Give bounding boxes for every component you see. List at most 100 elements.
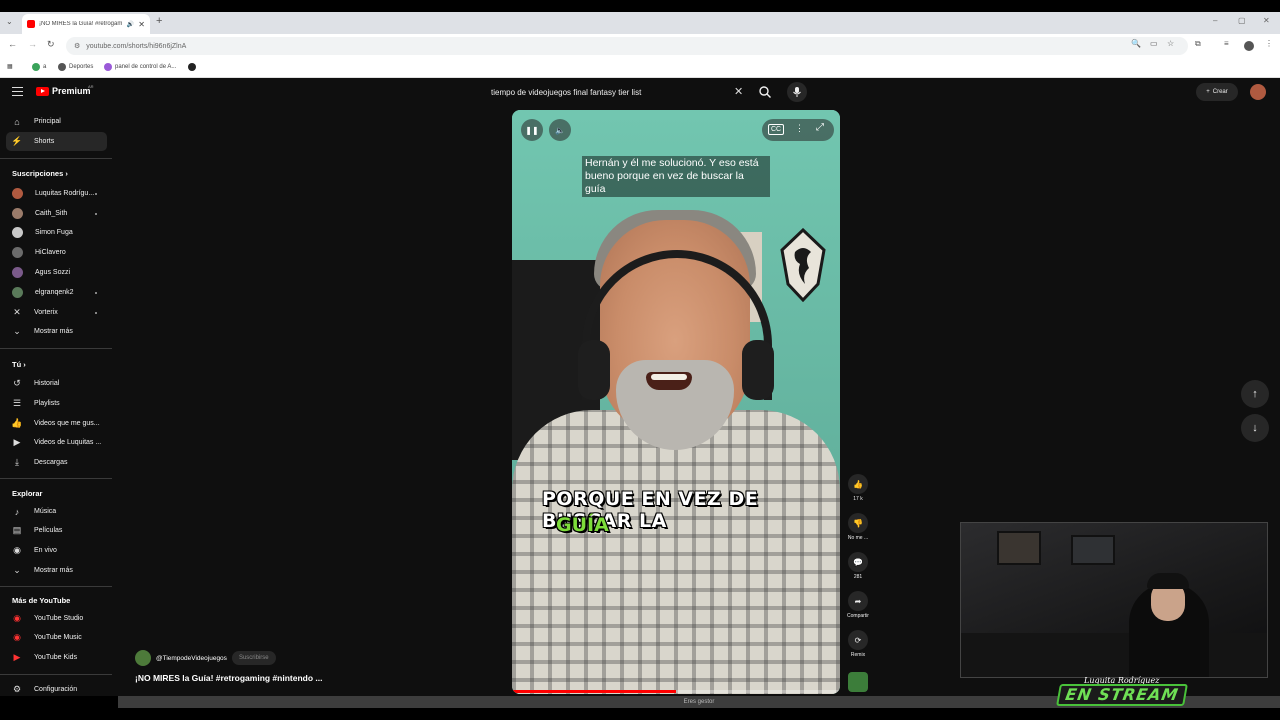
sidebar-item-historial[interactable]: ↺ Historial [6, 374, 107, 393]
site-info-icon[interactable]: ⚙ [74, 42, 80, 50]
channel-avatar [12, 267, 23, 278]
sidebar-item-playlists[interactable]: ☰ Playlists [6, 394, 107, 413]
new-tab-button[interactable]: + [156, 15, 162, 27]
search-button[interactable] [758, 85, 772, 99]
sidebar-sub-item[interactable]: Caith_Sith [6, 204, 107, 223]
webcam-wall-frame [1071, 535, 1115, 565]
youtube-kids-icon: ▶ [13, 652, 21, 662]
sidebar-item-downloads[interactable]: ⤓ Descargas [6, 453, 107, 472]
account-avatar[interactable] [1250, 84, 1266, 100]
minimize-icon[interactable]: – [1213, 16, 1217, 25]
pause-button[interactable]: ❚❚ [521, 119, 543, 141]
more-options-icon[interactable]: ⋮ [795, 123, 804, 134]
sidebar-item-movies[interactable]: ▤ Películas [6, 521, 107, 540]
browser-menu-icon[interactable]: ⋮ [1265, 39, 1273, 48]
close-window-icon[interactable]: ✕ [1263, 16, 1270, 25]
remix-button[interactable]: ⟳ Remix [844, 630, 872, 658]
channel-info: @TiempodeVideojuegos Suscribirse [135, 650, 276, 666]
remix-icon: ⟳ [848, 630, 868, 650]
video-title[interactable]: ¡NO MIRES la Guía! #retrogaming #nintend… [135, 673, 323, 683]
sidebar: ⌂ Principal ⚡ Shorts Suscripciones › Luq… [0, 108, 118, 696]
volume-button[interactable]: 🔈 [549, 119, 571, 141]
you-heading[interactable]: Tú › [12, 360, 26, 369]
bookmark-item[interactable]: a [32, 63, 46, 71]
clear-search-icon[interactable]: ✕ [734, 85, 743, 98]
next-short-button[interactable]: ↓ [1241, 414, 1269, 442]
maximize-icon[interactable]: ▢ [1238, 16, 1246, 25]
sidebar-item-shorts[interactable]: ⚡ Shorts [6, 132, 107, 151]
comments-button[interactable]: 💬 281 [844, 552, 872, 580]
video-icon: ▶ [13, 437, 21, 447]
sidebar-item-liked[interactable]: 👍 Videos que me gus... [6, 414, 107, 433]
playlist-icon: ☰ [12, 398, 22, 408]
bookmark-item[interactable]: Deportes [58, 63, 93, 71]
zoom-icon[interactable]: 🔍 [1131, 39, 1141, 48]
subscribe-button[interactable]: Suscribirse [231, 651, 276, 665]
dislike-button[interactable]: 👎 No me ... [844, 513, 872, 541]
sidebar-show-more[interactable]: ⌄ Mostrar más [6, 322, 107, 341]
speaker-icon[interactable]: 🔊 [127, 21, 134, 28]
sidebar-item-your-videos[interactable]: ▶ Videos de Luquitas ... [6, 433, 107, 452]
cast-icon[interactable]: ▭ [1150, 39, 1158, 48]
sound-thumbnail[interactable] [848, 672, 868, 692]
sidebar-item-yt-music[interactable]: ◉ YouTube Music [6, 628, 107, 647]
sidebar-sub-item[interactable]: Agus Sozzi [6, 263, 107, 282]
voice-search-button[interactable] [787, 82, 807, 102]
create-button[interactable]: + Crear [1196, 83, 1238, 101]
search-input[interactable]: tiempo de videojuegos final fantasy tier… [484, 82, 784, 102]
download-icon: ⤓ [15, 457, 19, 467]
chevron-down-icon: ⌄ [13, 326, 21, 336]
close-tab-icon[interactable]: ✕ [138, 20, 145, 29]
sidebar-sub-item[interactable]: elgranqenk2 [6, 283, 107, 302]
streamer-webcam-overlay [960, 522, 1268, 678]
hamburger-menu-icon[interactable] [12, 87, 23, 96]
divider [0, 158, 112, 159]
sidebar-explore-more[interactable]: ⌄ Mostrar más [6, 561, 107, 580]
divider [0, 674, 112, 675]
subscriptions-heading[interactable]: Suscripciones › [12, 169, 68, 178]
channel-avatar [12, 188, 23, 199]
sidebar-item-yt-kids[interactable]: ▶ YouTube Kids [6, 648, 107, 667]
profile-avatar[interactable] [1244, 41, 1254, 51]
reload-icon[interactable]: ↻ [47, 39, 55, 50]
sidebar-sub-item[interactable]: ✕ Vorterix [6, 303, 107, 322]
forward-icon[interactable]: → [28, 39, 37, 49]
media-icon[interactable]: ≡ [1224, 39, 1229, 48]
sidebar-item-principal[interactable]: ⌂ Principal [6, 112, 107, 131]
like-button[interactable]: 👍 17 k [844, 474, 872, 502]
bookmark-star-icon[interactable]: ☆ [1167, 39, 1174, 48]
sidebar-item-settings[interactable]: ⚙ Configuración [6, 680, 107, 699]
burned-caption-line-2: GUÍA [556, 514, 609, 536]
music-note-icon: ♪ [14, 506, 20, 517]
extensions-icon[interactable]: ⧉ [1195, 39, 1201, 49]
captions-icon[interactable]: CC [768, 124, 785, 135]
top-black-bar [0, 0, 1280, 12]
sidebar-item-live[interactable]: ◉ En vivo [6, 541, 107, 560]
youtube-favicon-icon [27, 20, 35, 28]
tab-search-icon[interactable]: ⌄ [6, 17, 13, 26]
back-icon[interactable]: ← [8, 39, 17, 49]
bookmark-item[interactable] [188, 63, 196, 71]
bookmark-item[interactable]: panel de control de A... [104, 63, 176, 71]
video-progress-bar[interactable] [512, 690, 840, 693]
channel-avatar[interactable] [135, 650, 151, 666]
sidebar-item-music[interactable]: ♪ Música [6, 502, 107, 521]
apps-grid-icon[interactable]: ▦ [7, 63, 13, 70]
sidebar-sub-item[interactable]: Simon Fuga [6, 223, 107, 242]
chevron-right-icon: › [65, 169, 68, 178]
webcam-person-cap [1147, 573, 1189, 589]
sidebar-sub-item[interactable]: Luquitas Rodrígu... [6, 184, 107, 203]
shorts-video-player[interactable]: Hernán y él me solucionó. Y eso está bue… [512, 110, 840, 694]
previous-short-button[interactable]: ↑ [1241, 380, 1269, 408]
channel-avatar [12, 208, 23, 219]
channel-handle[interactable]: @TiempodeVideojuegos [156, 655, 227, 662]
sidebar-item-studio[interactable]: ◉ YouTube Studio [6, 609, 107, 628]
tab-title: ¡NO MIRES la Guía! #retrogam [39, 21, 123, 27]
share-button[interactable]: ➦ Compartir [844, 591, 872, 619]
bookmarks-bar: ▦ a Deportes panel de control de A... [0, 58, 1280, 78]
sidebar-sub-item[interactable]: HiClavero [6, 243, 107, 262]
fullscreen-icon[interactable]: ⤢ [816, 122, 824, 133]
youtube-premium-logo[interactable]: Premium AR [36, 84, 94, 96]
browser-tab-active[interactable]: ¡NO MIRES la Guía! #retrogam 🔊 ✕ [22, 14, 150, 34]
url-field[interactable]: ⚙ youtube.com/shorts/hi96n6jZlnA [66, 37, 1188, 55]
